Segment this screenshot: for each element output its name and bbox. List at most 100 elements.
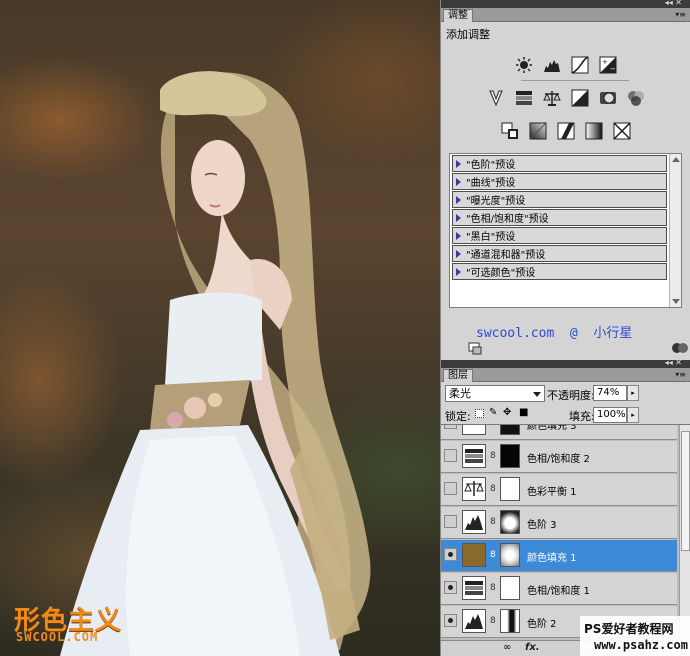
adjustments-panel: ◂◂ ✕ 调整 ▾≡ 添加调整 + − "色阶"预设 "曲线"预设 "曝光度"预…: [440, 0, 690, 360]
link-icon: 8: [490, 451, 496, 461]
hue-saturation-layer-icon: [462, 576, 486, 600]
preset-levels[interactable]: "色阶"预设: [452, 155, 667, 172]
preset-selective-color[interactable]: "可选颜色"预设: [452, 263, 667, 280]
curves-icon[interactable]: [570, 55, 590, 75]
fill-slider-button[interactable]: ▸: [627, 407, 639, 423]
layer-name[interactable]: 色彩平衡 1: [527, 483, 577, 498]
posterize-icon[interactable]: [528, 121, 548, 141]
tab-layers[interactable]: 图层: [443, 369, 473, 382]
layer-row-selected[interactable]: 8 颜色填充 1: [441, 540, 677, 572]
levels-layer-icon: [462, 609, 486, 633]
preset-curves[interactable]: "曲线"预设: [452, 173, 667, 190]
layers-panel: ◂◂ ✕ 图层 ▾≡ 柔光 不透明度: 74% ▸ 锁定: ✎ ✥ ■ 填充: …: [440, 358, 690, 656]
layer-mask-thumbnail: [500, 444, 520, 468]
clip-to-layer-icon[interactable]: [468, 342, 482, 355]
visibility-toggle[interactable]: [444, 548, 457, 561]
layer-name[interactable]: 颜色填充 3: [527, 425, 577, 432]
visibility-toggle[interactable]: [444, 515, 457, 528]
exposure-icon[interactable]: + −: [598, 55, 618, 75]
expand-triangle-icon: [456, 249, 461, 258]
svg-text:+: +: [602, 58, 608, 66]
gradient-map-icon[interactable]: [584, 121, 604, 141]
brightness-contrast-icon[interactable]: [514, 55, 534, 75]
color-balance-layer-icon: [462, 477, 486, 501]
preset-label: "色阶"预设: [466, 160, 516, 171]
preset-label: "可选颜色"预设: [466, 268, 536, 279]
layer-row[interactable]: 8 色阶 3: [441, 507, 677, 539]
layers-scrollbar[interactable]: [679, 425, 690, 640]
hue-saturation-layer-icon: [462, 444, 486, 468]
blend-mode-value: 柔光: [449, 387, 471, 400]
watermark-title: PS爱好者教程网: [584, 622, 674, 636]
opacity-slider-button[interactable]: ▸: [627, 385, 639, 401]
tab-adjustments[interactable]: 调整: [443, 9, 473, 22]
panel-title-strip[interactable]: ◂◂ ✕: [441, 358, 690, 368]
layer-name[interactable]: 颜色填充 1: [527, 549, 577, 564]
link-icon: 8: [490, 550, 496, 560]
preset-label: "通道混和器"预设: [466, 250, 546, 261]
lock-move-icon[interactable]: ✥: [503, 407, 511, 418]
link-icon: 8: [490, 517, 496, 527]
selective-color-icon[interactable]: [612, 121, 632, 141]
preset-exposure[interactable]: "曝光度"预设: [452, 191, 667, 208]
photo-canvas[interactable]: 形色主义 SWCOOL.COM: [0, 0, 440, 656]
collapse-icon[interactable]: ◂◂ ✕: [665, 358, 682, 368]
expand-triangle-icon: [456, 159, 461, 168]
scroll-up-icon[interactable]: [672, 157, 680, 162]
layer-name[interactable]: 色阶 2: [527, 615, 557, 630]
lock-all-icon[interactable]: ■: [519, 407, 528, 418]
opacity-input[interactable]: 74%: [593, 385, 627, 401]
fill-label: 填充:: [569, 410, 595, 423]
layer-row[interactable]: 8 颜色填充 3: [441, 425, 677, 440]
layer-name[interactable]: 色相/饱和度 2: [527, 450, 590, 465]
lock-paint-icon[interactable]: ✎: [489, 407, 497, 418]
preset-hue-saturation[interactable]: "色相/饱和度"预设: [452, 209, 667, 226]
scrollbar-handle[interactable]: [681, 431, 690, 551]
fx-button[interactable]: fx.: [525, 642, 540, 653]
panel-menu-icon[interactable]: ▾≡: [675, 370, 686, 379]
collapse-icon[interactable]: ◂◂ ✕: [665, 0, 682, 8]
color-balance-icon[interactable]: [542, 88, 562, 108]
visibility-toggle[interactable]: [444, 449, 457, 462]
adjustment-icons-row-1: + −: [441, 55, 690, 75]
color-fill-swatch: [462, 543, 486, 567]
hue-saturation-icon[interactable]: [514, 88, 534, 108]
vibrance-icon[interactable]: [486, 88, 506, 108]
view-mode-icon[interactable]: [672, 343, 688, 353]
layer-row[interactable]: 8 色相/饱和度 1: [441, 573, 677, 605]
levels-icon[interactable]: [542, 55, 562, 75]
visibility-toggle[interactable]: [444, 482, 457, 495]
channel-mixer-icon[interactable]: [626, 88, 646, 108]
visibility-toggle[interactable]: [444, 425, 457, 429]
layer-mask-thumbnail: [500, 576, 520, 600]
photo-filter-icon[interactable]: [598, 88, 618, 108]
opacity-label: 不透明度:: [547, 389, 595, 402]
layer-row[interactable]: 8 色彩平衡 1: [441, 474, 677, 506]
scroll-down-icon[interactable]: [672, 299, 680, 304]
link-icon: 8: [490, 425, 498, 430]
threshold-icon[interactable]: [556, 121, 576, 141]
panel-menu-icon[interactable]: ▾≡: [675, 10, 686, 19]
presets-scrollbar[interactable]: [669, 154, 681, 307]
link-layers-icon[interactable]: ∞: [503, 642, 511, 653]
separator: [521, 80, 629, 81]
layer-row[interactable]: 8 色相/饱和度 2: [441, 441, 677, 473]
fill-input[interactable]: 100%: [593, 407, 627, 423]
preset-channel-mixer[interactable]: "通道混和器"预设: [452, 245, 667, 262]
layers-tabbar: 图层 ▾≡: [441, 368, 690, 382]
visibility-toggle[interactable]: [444, 581, 457, 594]
panel-title-strip[interactable]: ◂◂ ✕: [441, 0, 690, 8]
layer-name[interactable]: 色阶 3: [527, 516, 557, 531]
blend-mode-select[interactable]: 柔光: [445, 385, 545, 402]
photo-illustration: [60, 71, 371, 656]
preset-black-white[interactable]: "黑白"预设: [452, 227, 667, 244]
lock-transparency-icon[interactable]: [475, 409, 484, 418]
black-white-icon[interactable]: [570, 88, 590, 108]
layers-list: 8 颜色填充 3 8 色相/饱和度 2 8 色彩平衡 1 8 色阶 3: [441, 424, 690, 640]
watermark-url: www.psahz.com: [594, 638, 688, 652]
chevron-down-icon: [533, 392, 541, 397]
adjustments-bottom-bar: [441, 340, 690, 358]
visibility-toggle[interactable]: [444, 614, 457, 627]
layer-name[interactable]: 色相/饱和度 1: [527, 582, 590, 597]
invert-icon[interactable]: [500, 121, 520, 141]
